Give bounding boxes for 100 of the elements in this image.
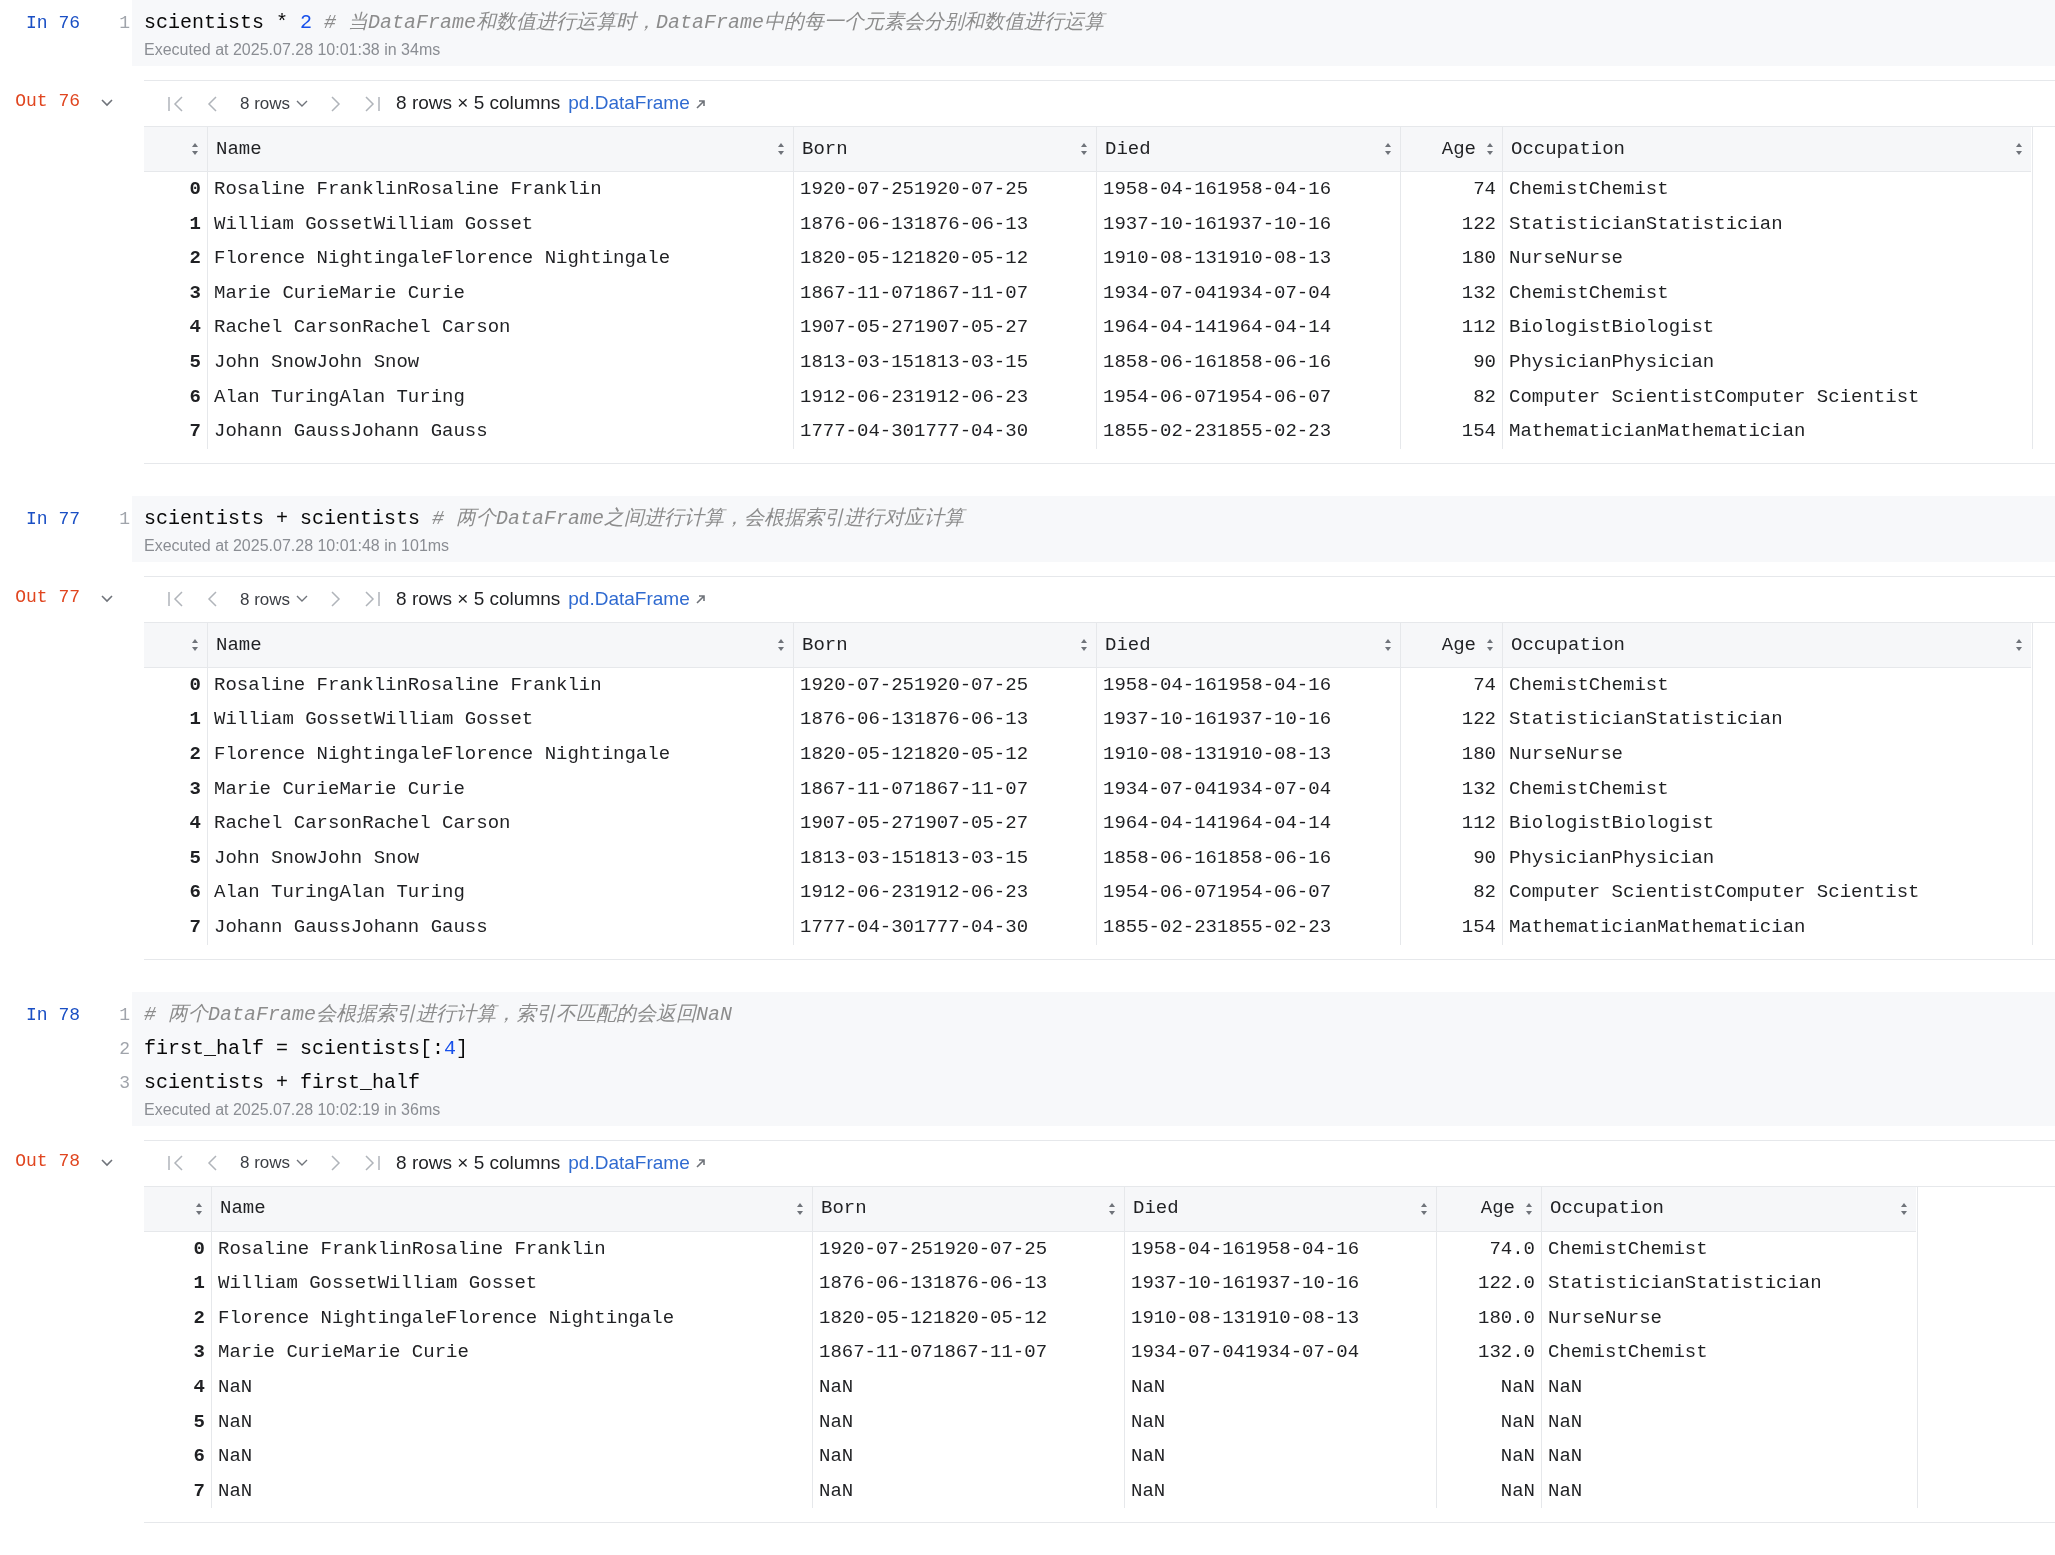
row-index: 6 xyxy=(189,880,201,906)
type-link[interactable]: pd.DataFrame xyxy=(568,585,706,614)
table-cell-text: 1820-05-121820-05-12 xyxy=(819,1305,1048,1331)
row-index: 7 xyxy=(189,914,201,940)
table-cell-text: 1964-04-141964-04-14 xyxy=(1103,811,1332,837)
code-cell[interactable]: # 两个DataFrame会根据索引进行计算，索引不匹配的会返回NaN first_half = scientists[:4] scientists + first_half Executed at 2025.07.28 10:02:19 in 36ms xyxy=(132,991,2055,1126)
table-cell-text: 132 xyxy=(1461,280,1496,306)
column-header[interactable]: Occupation xyxy=(1511,134,1626,164)
row-index: 0 xyxy=(189,672,201,698)
row-index: 2 xyxy=(189,246,201,272)
cell-input-label: In 78 xyxy=(25,1003,80,1027)
line-number: 1 xyxy=(119,1003,130,1027)
sort-icon[interactable] xyxy=(1080,637,1088,652)
chevron-down-icon[interactable] xyxy=(100,593,114,604)
table-cell-text: Marie CurieMarie Curie xyxy=(218,1340,469,1366)
sort-icon[interactable] xyxy=(1384,142,1392,156)
table-cell-text: William GossetWilliam Gosset xyxy=(218,1271,538,1297)
table-cell-text: 74 xyxy=(1473,177,1496,203)
table-cell-text: 90 xyxy=(1473,350,1496,375)
sort-icon[interactable] xyxy=(1900,1201,1908,1216)
code-line: scientists * 2 # 当DataFrame和数值进行运算时，DataFrame中的每一个元素会分别和数值进行运算 xyxy=(144,10,1108,36)
table-cell-text: 1813-03-151813-03-15 xyxy=(800,350,1029,375)
column-header[interactable]: Died xyxy=(1133,1194,1179,1223)
table-cell-text: NaN xyxy=(218,1374,253,1400)
table-cell-text: 74.0 xyxy=(1489,1236,1535,1262)
row-index: 6 xyxy=(189,384,201,410)
table-cell-text: 180.0 xyxy=(1478,1305,1535,1331)
table-cell-text: 1820-05-121820-05-12 xyxy=(800,742,1029,767)
sort-icon[interactable] xyxy=(777,637,785,652)
table-cell-text: 1867-11-071867-11-07 xyxy=(800,776,1029,802)
table-cell-text: 1876-06-131876-06-13 xyxy=(800,211,1029,237)
sort-icon[interactable] xyxy=(1108,1201,1116,1216)
code-cell[interactable]: scientists + scientists # 两个DataFrame之间进行计算，会根据索引进行对应计算 Executed at 2025.07.28 10:01:48 in 101ms xyxy=(132,495,2055,562)
column-header[interactable]: Occupation xyxy=(1511,630,1626,659)
table-cell-text: 1777-04-301777-04-30 xyxy=(800,914,1029,940)
table-cell-text: StatisticianStatistician xyxy=(1509,707,1783,733)
page-size-dropdown[interactable]: 8 rows xyxy=(240,1150,309,1176)
row-index: 5 xyxy=(189,845,201,871)
type-link[interactable]: pd.DataFrame xyxy=(568,89,706,118)
table-cell-text: 1907-05-271907-05-27 xyxy=(800,811,1029,837)
table-cell-text: ChemistChemist xyxy=(1548,1340,1708,1366)
table-cell-text: ChemistChemist xyxy=(1509,280,1669,306)
column-header[interactable]: Died xyxy=(1105,630,1151,659)
chevron-down-icon[interactable] xyxy=(100,98,114,108)
table-cell-text: Alan TuringAlan Turing xyxy=(214,880,465,906)
column-header[interactable]: Name xyxy=(220,1194,266,1223)
table-cell-text: 1920-07-251920-07-25 xyxy=(800,672,1029,698)
table-cell-text: 1958-04-161958-04-16 xyxy=(1103,672,1332,698)
column-header[interactable]: Died xyxy=(1105,134,1151,164)
row-index: 4 xyxy=(189,811,201,837)
type-link[interactable]: pd.DataFrame xyxy=(568,1148,706,1178)
row-index: 5 xyxy=(189,350,201,375)
sort-icon[interactable] xyxy=(2015,637,2023,652)
table-cell-text: ChemistChemist xyxy=(1509,776,1669,802)
table-cell-text: 1858-06-161858-06-16 xyxy=(1103,845,1332,871)
chevron-down-icon[interactable] xyxy=(100,1157,114,1168)
row-index: 3 xyxy=(189,280,201,306)
sort-icon[interactable] xyxy=(1486,637,1494,652)
table-cell-text: William GossetWilliam Gosset xyxy=(214,707,534,733)
table-cell-text: NaN xyxy=(218,1409,253,1435)
row-index: 2 xyxy=(193,1305,205,1331)
table-cell-text: NaN xyxy=(1131,1478,1166,1504)
sort-icon[interactable] xyxy=(777,142,785,156)
table-cell-text: NaN xyxy=(1131,1374,1166,1400)
table-cell-text: NurseNurse xyxy=(1509,246,1624,272)
table-cell-text: 132.0 xyxy=(1478,1340,1535,1366)
execution-info: Executed at 2025.07.28 10:01:48 in 101ms xyxy=(144,535,451,556)
sort-icon[interactable] xyxy=(796,1201,804,1216)
table-cell-text: ChemistChemist xyxy=(1548,1236,1708,1262)
table-cell-text: NurseNurse xyxy=(1548,1305,1663,1331)
table-summary: 8 rows × 5 columns xyxy=(396,587,561,611)
sort-icon[interactable] xyxy=(191,637,199,652)
code-cell[interactable]: scientists * 2 # 当DataFrame和数值进行运算时，DataFrame中的每一个元素会分别和数值进行运算 Executed at 2025.07.28 10:01:38 in 34ms xyxy=(132,0,2055,66)
column-header[interactable]: Born xyxy=(821,1194,867,1223)
sort-icon[interactable] xyxy=(1486,142,1494,156)
page-size-dropdown[interactable]: 8 rows xyxy=(240,586,309,612)
column-header[interactable]: Name xyxy=(216,134,262,164)
table-cell-text: Florence NightingaleFlorence Nightingale xyxy=(214,742,671,767)
table-cell-text: 1867-11-071867-11-07 xyxy=(819,1340,1048,1366)
sort-icon[interactable] xyxy=(1384,637,1392,652)
column-header[interactable]: Occupation xyxy=(1550,1194,1665,1223)
sort-icon[interactable] xyxy=(2015,142,2023,156)
table-cell-text: 1964-04-141964-04-14 xyxy=(1103,315,1332,341)
column-header[interactable]: Born xyxy=(802,630,848,659)
cell-output-label: Out 76 xyxy=(14,90,80,113)
sort-icon[interactable] xyxy=(1525,1201,1533,1216)
sort-icon[interactable] xyxy=(195,1201,203,1216)
execution-info: Executed at 2025.07.28 10:01:38 in 34ms xyxy=(144,40,442,60)
table-cell-text: 1934-07-041934-07-04 xyxy=(1131,1340,1360,1366)
column-header[interactable]: Name xyxy=(216,630,262,659)
chevron-down-icon xyxy=(296,595,309,604)
row-index: 1 xyxy=(193,1271,205,1297)
sort-icon[interactable] xyxy=(191,142,199,156)
page-size-dropdown[interactable]: 8 rows xyxy=(240,90,309,117)
table-cell-text: StatisticianStatistician xyxy=(1548,1271,1822,1297)
table-cell-text: 1912-06-231912-06-23 xyxy=(800,880,1029,906)
table-cell-text: Florence NightingaleFlorence Nightingale xyxy=(218,1305,675,1331)
sort-icon[interactable] xyxy=(1420,1201,1428,1216)
column-header[interactable]: Born xyxy=(802,134,848,164)
sort-icon[interactable] xyxy=(1080,142,1088,156)
